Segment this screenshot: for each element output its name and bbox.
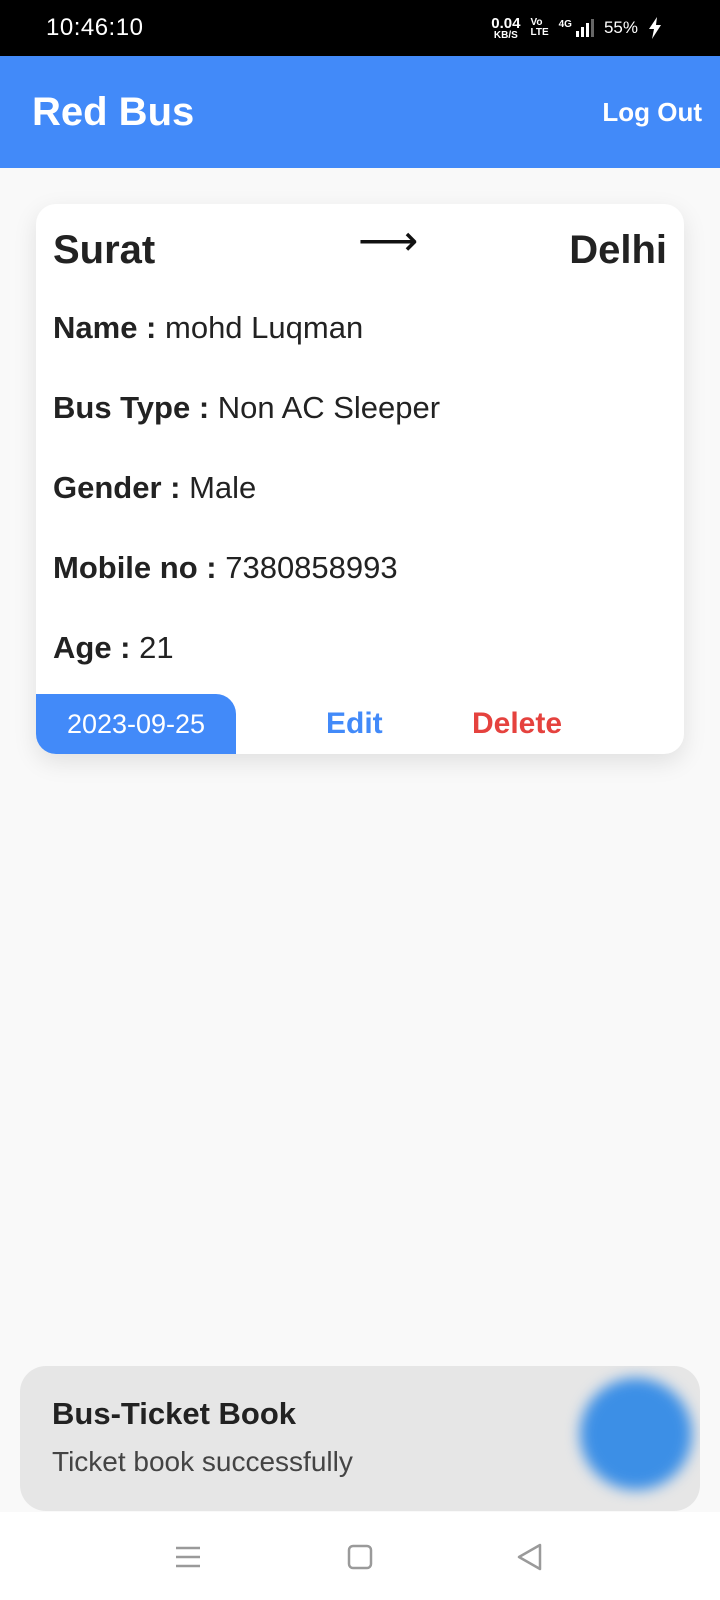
edit-button[interactable]: Edit [326, 707, 383, 741]
status-time: 10:46:10 [46, 14, 144, 41]
mobile-row: Mobile no : 7380858993 [53, 550, 398, 586]
bus-type-value: Non AC Sleeper [217, 390, 441, 425]
app-bar: Red Bus Log Out [0, 56, 720, 168]
status-bar: 10:46:10 0.04 KB/S Vo LTE 4G 55% [0, 0, 720, 56]
volte-indicator: Vo LTE [530, 18, 548, 38]
signal-bar [585, 23, 589, 37]
net-speed-unit: KB/S [493, 29, 518, 41]
signal-icon: 4G [559, 19, 594, 37]
name-value: mohd Luqman [165, 310, 364, 345]
gender-row: Gender : Male [53, 470, 256, 506]
age-label: Age : [53, 630, 131, 665]
mobile-value: 7380858993 [225, 550, 398, 585]
route: Surat ⟶ Delhi [53, 217, 667, 278]
mobile-label: Mobile no : [53, 550, 217, 585]
net-speed: 0.04 KB/S [491, 16, 520, 41]
arrow-right-icon: ⟶ [358, 217, 419, 264]
signal-bar [590, 19, 594, 37]
from-city: Surat [53, 227, 156, 272]
app-title: Red Bus [32, 89, 195, 134]
gender-label: Gender : [53, 470, 181, 505]
age-value: 21 [139, 630, 174, 665]
volte-bottom: LTE [530, 27, 549, 38]
age-row: Age : 21 [53, 630, 174, 666]
bus-type-row: Bus Type : Non AC Sleeper [53, 390, 440, 426]
toast-message: Ticket book successfully [52, 1446, 353, 1477]
bolt-icon [649, 17, 661, 39]
delete-button[interactable]: Delete [472, 707, 562, 741]
logout-button[interactable]: Log Out [602, 97, 702, 128]
signal-bar [575, 31, 579, 37]
name-row: Name : mohd Luqman [53, 310, 363, 346]
toast-title: Bus-Ticket Book [52, 1396, 297, 1431]
menu-icon[interactable] [173, 1542, 203, 1572]
battery-level: 55% [603, 18, 638, 37]
network-type: 4G [558, 19, 572, 30]
signal-bar [580, 27, 584, 37]
floating-action-button[interactable] [580, 1378, 692, 1490]
to-city: Delhi [569, 227, 667, 272]
status-icons: 0.04 KB/S Vo LTE 4G 55% [491, 16, 662, 41]
bus-type-label: Bus Type : [53, 390, 210, 425]
ticket-card: Surat ⟶ Delhi Name : mohd Luqman Bus Typ… [36, 204, 684, 754]
net-speed-value: 0.04 [491, 14, 521, 32]
name-label: Name : [53, 310, 157, 345]
system-nav-bar [0, 1512, 720, 1600]
date-badge: 2023-09-25 [36, 694, 236, 754]
gender-value: Male [189, 470, 257, 505]
toast-notification: Bus-Ticket Book Ticket book successfully [20, 1366, 700, 1511]
back-icon[interactable] [515, 1542, 545, 1572]
home-icon[interactable] [345, 1542, 375, 1572]
